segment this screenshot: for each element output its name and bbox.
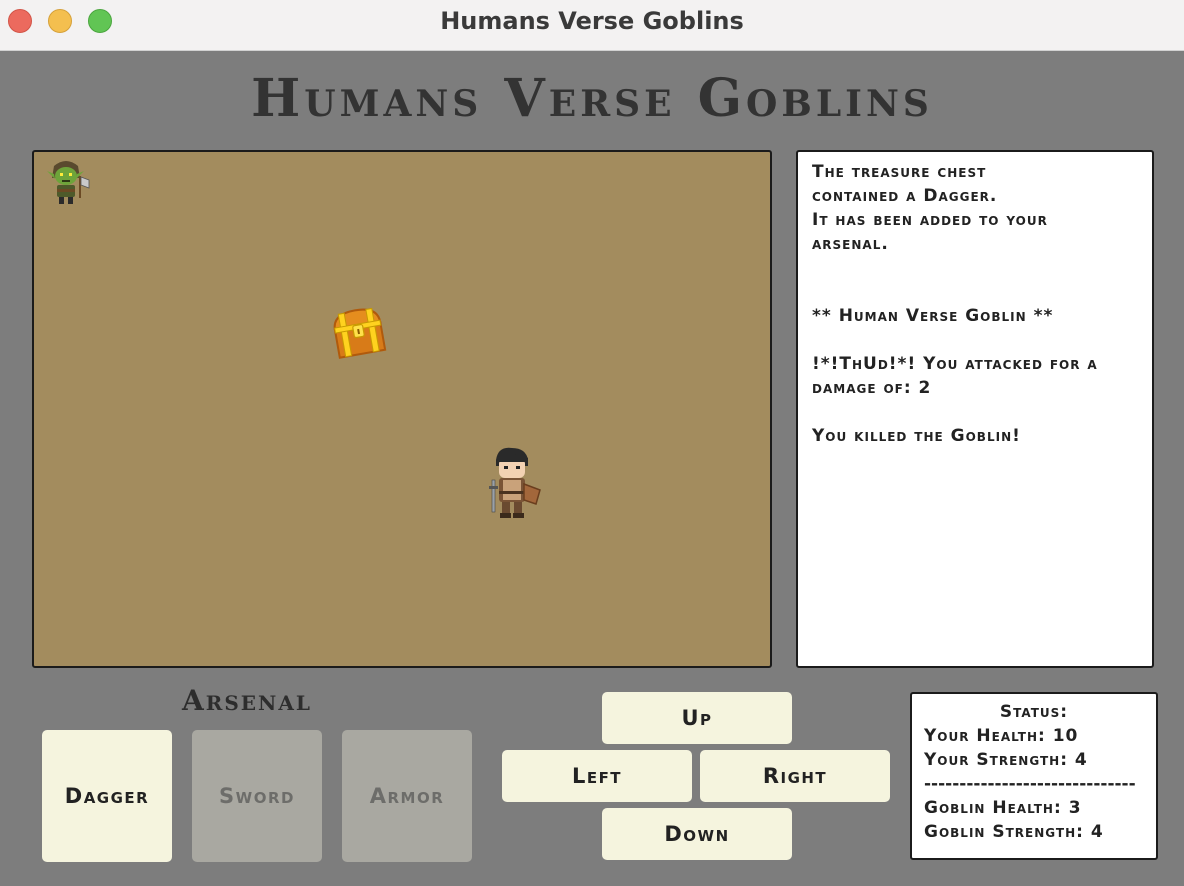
your-strength: Your Strength: 4 (924, 750, 1088, 770)
sword-button[interactable]: Sword (192, 730, 322, 862)
log-line: It has been added to your (812, 210, 1048, 230)
dagger-button[interactable]: Dagger (42, 730, 172, 862)
arsenal-label: Arsenal (182, 684, 312, 717)
game-title: Humans Verse Goblins (251, 68, 933, 129)
move-down-button[interactable]: Down (602, 808, 792, 860)
goblin-strength: Goblin Strength: 4 (924, 822, 1104, 842)
move-up-button[interactable]: Up (602, 692, 792, 744)
your-health: Your Health: 10 (924, 726, 1079, 746)
log-line: !*!ThUd!*! You attacked for a (812, 354, 1098, 374)
status-panel: Status: Your Health: 10 Your Strength: 4… (910, 692, 1158, 860)
treasure-chest-icon[interactable] (328, 304, 390, 364)
game-board[interactable] (32, 150, 772, 668)
move-right-button[interactable]: Right (700, 750, 890, 802)
armor-button[interactable]: Armor (342, 730, 472, 862)
message-log[interactable]: The treasure chest contained a Dagger. I… (796, 150, 1154, 668)
log-line: contained a Dagger. (812, 186, 998, 206)
status-header: Status: (999, 702, 1069, 722)
log-line: arsenal. (812, 234, 889, 254)
log-line: You killed the Goblin! (812, 426, 1021, 446)
goblin-icon (47, 161, 90, 204)
goblin-health: Goblin Health: 3 (924, 798, 1082, 818)
window-title: Humans Verse Goblins (440, 7, 744, 35)
log-line: damage of: 2 (812, 378, 932, 398)
move-left-button[interactable]: Left (502, 750, 692, 802)
status-separator: ------------------------------ (924, 774, 1136, 794)
log-line: The treasure chest (812, 162, 987, 182)
log-line: ** Human Verse Goblin ** (812, 306, 1054, 326)
window-titlebar: Humans Verse Goblins (0, 0, 1184, 51)
human-hero-icon (489, 447, 541, 518)
